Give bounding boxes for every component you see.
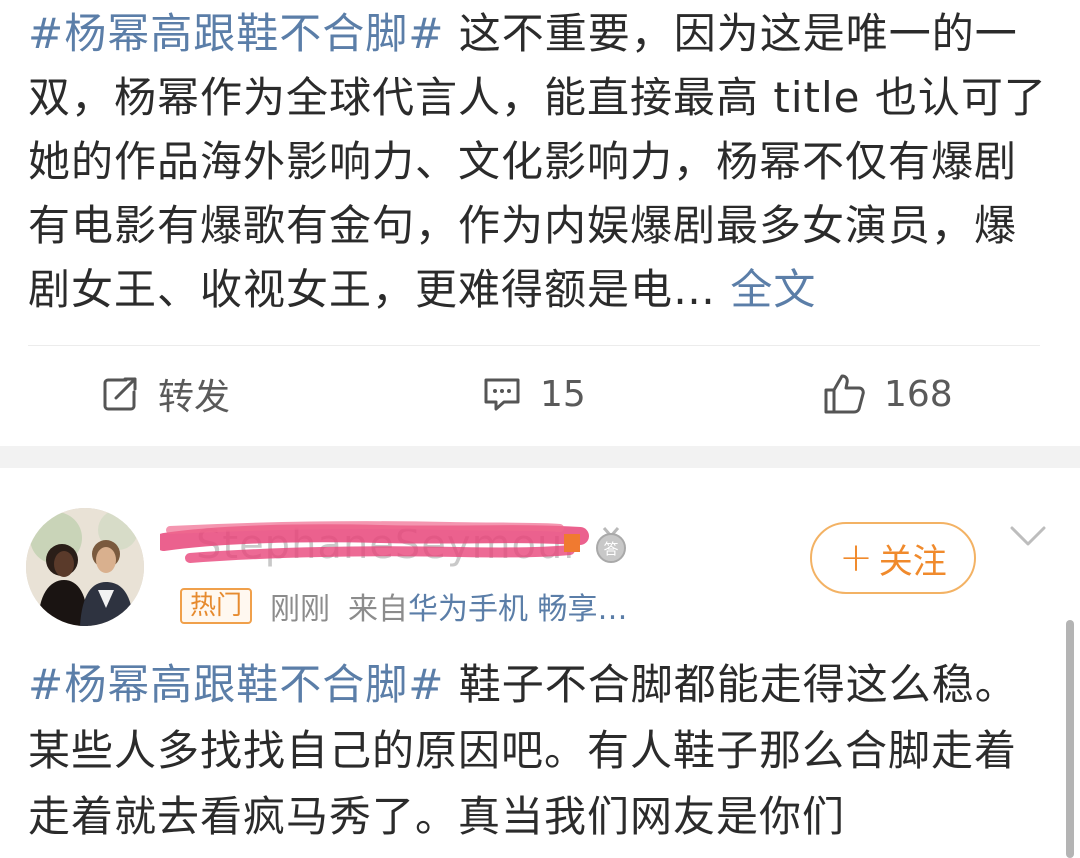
share-edit-icon [100, 374, 140, 414]
comment-count: 15 [540, 373, 586, 415]
post-time: 刚刚 [270, 592, 331, 627]
thumbs-up-icon [822, 372, 866, 416]
divider [28, 345, 1040, 346]
comment-meta: 热门 刚刚 来自华为手机 畅享… [180, 584, 628, 628]
section-separator [0, 446, 1080, 468]
repost-button[interactable]: 转发 [100, 362, 230, 426]
comment-hashtag[interactable]: #杨幂高跟鞋不合脚# [28, 660, 444, 709]
plus-icon: + [839, 535, 873, 581]
svg-text:答: 答 [603, 540, 618, 558]
post-text: #杨幂高跟鞋不合脚# 这不重要，因为这是唯一的一双，杨幂作为全球代言人，能直接最… [28, 2, 1058, 322]
post-hashtag[interactable]: #杨幂高跟鞋不合脚# [28, 9, 444, 58]
like-count: 168 [884, 373, 953, 415]
scrollbar[interactable] [1066, 620, 1074, 858]
follow-button[interactable]: + 关注 [810, 522, 976, 594]
username-area[interactable]: StephaneSeymour [160, 512, 590, 572]
chevron-down-icon[interactable] [1008, 522, 1048, 550]
answer-badge-icon: 答 [592, 526, 630, 564]
follow-label: 关注 [878, 541, 947, 582]
expand-full-text-link[interactable]: 全文 [730, 265, 816, 314]
redaction-scribble [160, 521, 589, 563]
like-button[interactable]: 168 [822, 362, 953, 426]
avatar[interactable] [26, 508, 144, 626]
comment-text: #杨幂高跟鞋不合脚# 鞋子不合脚都能走得这么稳。某些人多找找自己的原因吧。有人鞋… [28, 652, 1028, 850]
repost-label: 转发 [158, 377, 231, 418]
comment-button[interactable]: 15 [482, 362, 586, 426]
comment-bubble-icon [482, 374, 522, 414]
post-action-bar: 转发 15 168 [0, 362, 1080, 426]
source-device[interactable]: 华为手机 畅享… [408, 592, 628, 627]
source-prefix: 来自 [348, 592, 409, 627]
hot-badge: 热门 [180, 588, 253, 624]
